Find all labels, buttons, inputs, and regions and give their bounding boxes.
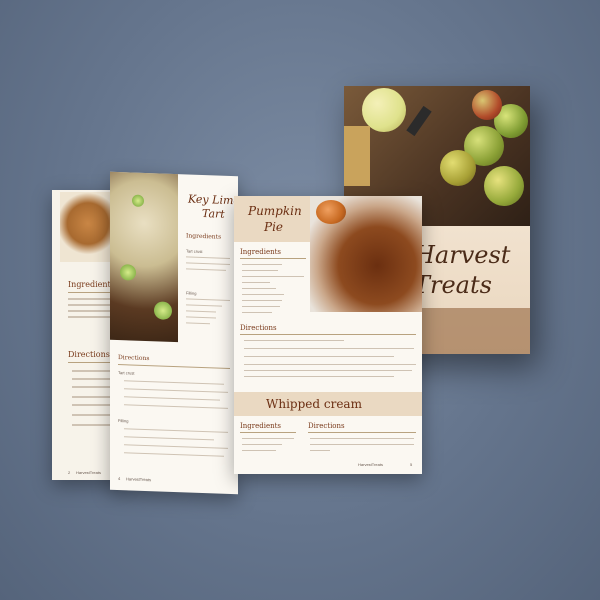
text-line bbox=[186, 322, 210, 325]
text-line bbox=[242, 294, 284, 295]
text-line bbox=[186, 316, 216, 319]
pumpkin-directions-heading: Directions bbox=[240, 324, 277, 332]
text-line bbox=[242, 276, 304, 277]
key-lime-directions-filling: Filling bbox=[118, 418, 129, 424]
text-line bbox=[68, 298, 116, 300]
text-line bbox=[124, 452, 224, 457]
pumpkin-ingredients-heading: Ingredients bbox=[240, 248, 282, 256]
text-line bbox=[186, 310, 216, 313]
whipped-ingredients-heading: Ingredients bbox=[240, 422, 282, 430]
text-line bbox=[244, 370, 412, 371]
text-line bbox=[186, 304, 222, 307]
text-line bbox=[124, 388, 228, 393]
text-line bbox=[68, 310, 112, 312]
text-line bbox=[242, 438, 294, 439]
text-line bbox=[186, 268, 226, 271]
key-lime-tart-photo bbox=[110, 171, 178, 343]
text-line bbox=[124, 436, 214, 441]
key-lime-title-line2: Tart bbox=[202, 206, 225, 221]
text-line bbox=[242, 444, 282, 445]
text-line bbox=[242, 300, 282, 301]
divider bbox=[240, 432, 296, 433]
key-lime-directions-heading: Directions bbox=[118, 354, 150, 363]
pumpkin-title-line2: Pie bbox=[264, 220, 284, 234]
key-lime-directions-crust: Tart crust bbox=[118, 370, 135, 376]
page2-directions-heading: Directions bbox=[68, 350, 110, 359]
text-line bbox=[72, 386, 112, 388]
text-line bbox=[124, 404, 228, 409]
whipped-cream-title: Whipped cream bbox=[266, 397, 362, 411]
page-5: Pumpkin Pie Ingredients Directions Whipp… bbox=[234, 196, 422, 474]
text-line bbox=[310, 444, 414, 445]
text-line bbox=[124, 396, 220, 401]
open-booklet: Ingredients Directions 2 HarvestTreats K… bbox=[52, 170, 422, 495]
text-line bbox=[244, 356, 394, 357]
key-lime-tart-crust: Tart crust bbox=[186, 248, 203, 254]
text-line bbox=[186, 262, 230, 265]
text-line bbox=[242, 450, 276, 451]
text-line bbox=[244, 364, 416, 365]
text-line bbox=[244, 340, 344, 341]
text-line bbox=[242, 264, 282, 265]
pumpkin-title-line1: Pumpkin bbox=[248, 204, 302, 218]
text-line bbox=[242, 288, 276, 289]
page2-footer: HarvestTreats bbox=[76, 470, 101, 475]
page4-footer: HarvestTreats bbox=[126, 476, 151, 483]
whipped-directions-heading: Directions bbox=[308, 422, 345, 430]
text-line bbox=[124, 380, 224, 385]
key-lime-filling: Filling bbox=[186, 290, 197, 296]
text-line bbox=[124, 428, 228, 433]
page-4: Key Lime Tart Ingredients Tart crust Fil… bbox=[110, 171, 240, 495]
title-band bbox=[234, 196, 310, 242]
cover-title-line1: Harvest bbox=[414, 241, 511, 269]
cover-title: Harvest Treats bbox=[414, 240, 530, 300]
text-line bbox=[186, 256, 230, 259]
text-line bbox=[310, 450, 330, 451]
text-line bbox=[242, 306, 280, 307]
scene: Harvest Treats Ingredients Directions 2 … bbox=[0, 0, 600, 600]
divider bbox=[308, 432, 416, 433]
key-lime-title-line1: Key Lime bbox=[188, 192, 240, 208]
cover-title-line2: Treats bbox=[414, 271, 492, 299]
divider bbox=[240, 258, 306, 259]
text-line bbox=[242, 270, 278, 271]
page5-footer: HarvestTreats bbox=[358, 462, 383, 467]
page2-number: 2 bbox=[68, 470, 71, 475]
text-line bbox=[244, 376, 394, 377]
page4-number: 4 bbox=[118, 476, 121, 482]
text-line bbox=[186, 298, 230, 301]
text-line bbox=[244, 348, 414, 349]
text-line bbox=[242, 282, 270, 283]
text-line bbox=[310, 438, 414, 439]
text-line bbox=[242, 312, 272, 313]
key-lime-ingredients-heading: Ingredients bbox=[186, 232, 222, 241]
divider bbox=[240, 334, 416, 335]
page5-number: 5 bbox=[410, 462, 413, 467]
page2-ingredients-heading: Ingredients bbox=[68, 280, 115, 289]
divider bbox=[118, 364, 230, 369]
text-line bbox=[124, 444, 228, 449]
pumpkin-pie-photo bbox=[310, 196, 422, 312]
